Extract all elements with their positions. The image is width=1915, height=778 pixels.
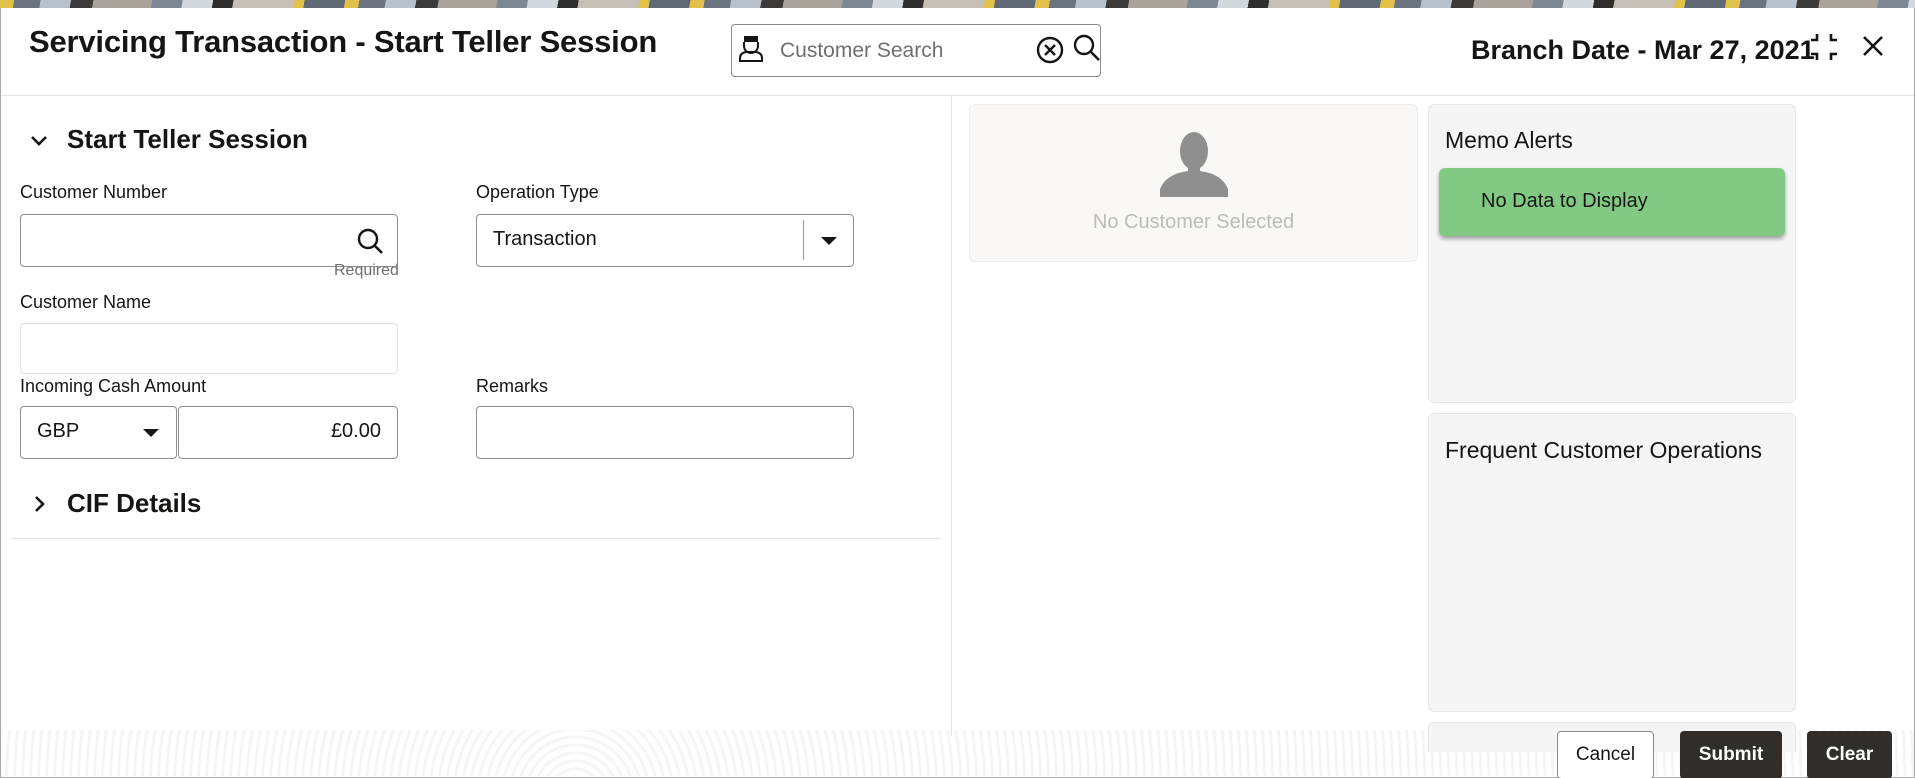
clear-button[interactable]: Clear	[1807, 731, 1892, 778]
cancel-button[interactable]: Cancel	[1557, 731, 1654, 778]
frequent-operations-title: Frequent Customer Operations	[1445, 437, 1763, 463]
frequent-operations-panel: Frequent Customer Operations	[1428, 413, 1796, 712]
chevron-down-icon[interactable]	[27, 128, 51, 152]
memo-alerts-panel: Memo Alerts No Data to Display	[1428, 104, 1796, 403]
customer-number-label: Customer Number	[20, 182, 168, 202]
currency-value: GBP	[37, 420, 80, 442]
customer-name-input	[21, 324, 397, 373]
no-customer-message: No Customer Selected	[1092, 211, 1295, 233]
section-divider	[11, 538, 941, 539]
remarks-input[interactable]	[477, 407, 853, 458]
required-hint: Required	[334, 262, 399, 279]
customer-number-input[interactable]	[21, 215, 397, 266]
cash-amount-value[interactable]: £0.00	[331, 420, 381, 443]
search-icon[interactable]	[355, 226, 385, 256]
operation-type-select[interactable]: Transaction	[476, 214, 854, 267]
customer-search-input[interactable]	[780, 35, 1020, 67]
customer-card: No Customer Selected	[969, 104, 1418, 262]
operation-type-label: Operation Type	[476, 182, 599, 202]
clear-circle-x-icon[interactable]	[1035, 35, 1065, 65]
customer-search-box[interactable]	[731, 24, 1101, 77]
remarks-field[interactable]	[476, 406, 854, 459]
dropdown-arrow-icon[interactable]	[143, 429, 159, 437]
select-divider	[803, 220, 804, 260]
customer-person-icon	[739, 36, 763, 62]
top-decorative-strip	[0, 0, 1915, 8]
cif-details-header[interactable]: CIF Details	[27, 488, 201, 519]
chevron-right-icon[interactable]	[27, 492, 51, 516]
currency-select[interactable]: GBP	[20, 406, 177, 459]
customer-number-field[interactable]	[20, 214, 398, 267]
incoming-cash-label: Incoming Cash Amount	[20, 376, 207, 396]
customer-name-field	[20, 323, 398, 374]
branch-date: Branch Date - Mar 27, 2021	[1471, 35, 1815, 65]
search-icon[interactable]	[1072, 33, 1102, 63]
start-teller-session-header[interactable]: Start Teller Session	[27, 124, 308, 155]
start-teller-session-form: Start Teller Session Customer Number Req…	[1, 96, 952, 736]
avatar-placeholder-icon	[1160, 132, 1228, 197]
memo-alerts-empty-banner: No Data to Display	[1439, 168, 1785, 236]
section-title: Start Teller Session	[67, 124, 308, 154]
collapse-icon[interactable]	[1807, 30, 1841, 64]
page-title: Servicing Transaction - Start Teller Ses…	[29, 24, 658, 59]
memo-alerts-message: No Data to Display	[1481, 190, 1648, 212]
window-header: Servicing Transaction - Start Teller Ses…	[1, 8, 1914, 96]
cif-details-title: CIF Details	[67, 488, 202, 518]
customer-name-label: Customer Name	[20, 292, 152, 312]
operation-type-value: Transaction	[493, 228, 597, 250]
memo-alerts-title: Memo Alerts	[1445, 127, 1573, 153]
cash-amount-field[interactable]: £0.00	[178, 406, 398, 459]
dropdown-arrow-icon[interactable]	[821, 237, 837, 245]
close-icon[interactable]	[1859, 32, 1887, 60]
remarks-label: Remarks	[476, 376, 549, 396]
submit-button[interactable]: Submit	[1680, 731, 1782, 778]
teller-session-window: Servicing Transaction - Start Teller Ses…	[0, 8, 1915, 778]
